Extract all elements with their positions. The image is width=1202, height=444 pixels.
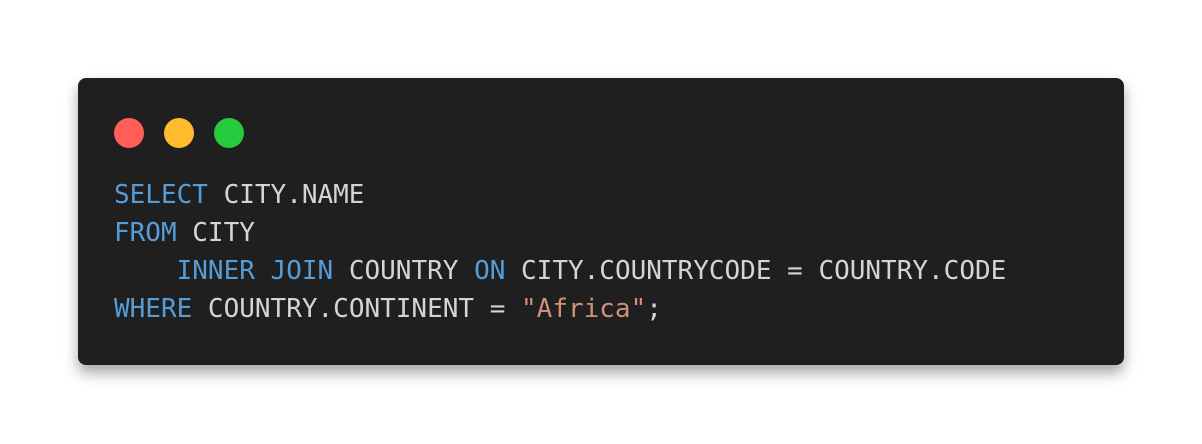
code-line: WHERE COUNTRY.CONTINENT = "Africa";	[114, 290, 1006, 328]
code-token: CITY.COUNTRYCODE = COUNTRY.CODE	[505, 256, 1007, 286]
code-token: CITY.NAME	[207, 180, 365, 210]
code-token: COUNTRY	[333, 256, 475, 286]
minimize-dot-icon[interactable]	[164, 118, 194, 148]
code-line: INNER JOIN COUNTRY ON CITY.COUNTRYCODE =…	[114, 252, 1007, 290]
code-token: FROM	[114, 218, 177, 248]
code-line: SELECT CITY.NAME	[114, 176, 1006, 214]
code-window: SELECT CITY.NAME FROM CITY INNER JOIN COU…	[78, 78, 1124, 365]
code-token: ON	[474, 256, 506, 286]
close-dot-icon[interactable]	[114, 118, 144, 148]
code-block: SELECT CITY.NAME FROM CITY INNER JOIN COU…	[114, 176, 1006, 328]
maximize-dot-icon[interactable]	[214, 118, 244, 148]
code-line: FROM CITY	[114, 214, 1006, 252]
code-token: INNER JOIN	[176, 256, 334, 286]
code-token: WHERE	[114, 294, 193, 324]
window-controls	[114, 118, 244, 148]
code-token: CITY	[176, 218, 255, 248]
code-token: "Africa"	[521, 294, 647, 324]
code-token: ;	[646, 294, 662, 324]
code-token: SELECT	[114, 180, 208, 210]
code-token: COUNTRY.CONTINENT =	[192, 294, 522, 324]
